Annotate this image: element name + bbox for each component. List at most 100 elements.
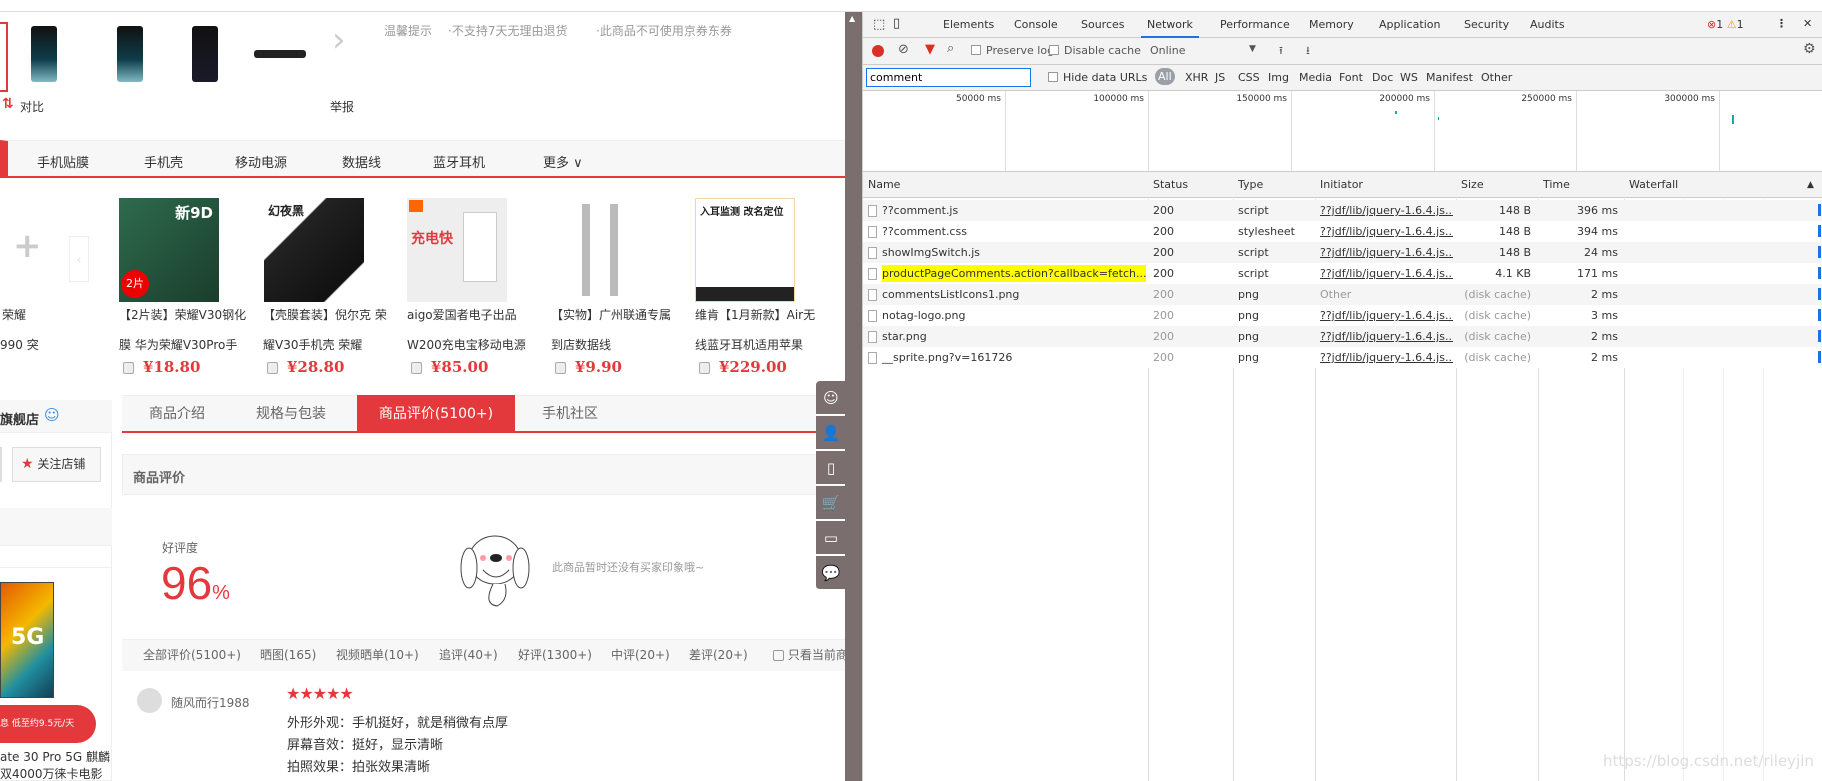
cell-initiator[interactable]: ??jdf/lib/jquery-1.6.4.js... <box>1320 347 1453 368</box>
type-filter-xhr[interactable]: XHR <box>1185 71 1208 84</box>
filter-icon[interactable]: ▼ <box>925 42 935 57</box>
side-product-title[interactable]: ate 30 Pro 5G 麒麟 <box>0 748 110 765</box>
compare-link[interactable]: 对比 <box>20 98 44 115</box>
record-icon[interactable] <box>872 45 884 57</box>
rec-checkbox[interactable] <box>411 362 422 374</box>
chat-smile-icon[interactable]: ☺ <box>44 406 60 424</box>
page-scrollbar[interactable]: ▲ <box>845 12 862 781</box>
side-product-image[interactable]: 5G <box>0 582 54 698</box>
cell-initiator[interactable]: ??jdf/lib/jquery-1.6.4.js... <box>1320 200 1453 221</box>
device-toolbar-icon[interactable]: ▯ <box>893 16 900 31</box>
cell-initiator[interactable]: ??jdf/lib/jquery-1.6.4.js... <box>1320 242 1453 263</box>
devtools-tab-sources[interactable]: Sources <box>1081 12 1125 38</box>
devtools-tab-audits[interactable]: Audits <box>1530 12 1565 38</box>
filter-photos[interactable]: 晒图(165) <box>260 646 316 663</box>
thumbnail-1[interactable] <box>31 26 57 82</box>
type-filter-doc[interactable]: Doc <box>1372 71 1393 84</box>
throttling-select[interactable]: Online <box>1150 44 1185 57</box>
rec-title[interactable]: 【壳膜套装】倪尔克 荣耀V30手机壳 荣耀V30Pro <box>263 300 391 360</box>
devtools-tab-application[interactable]: Application <box>1379 12 1440 38</box>
col-waterfall[interactable]: Waterfall <box>1629 172 1678 198</box>
thumbnail-4[interactable] <box>254 50 306 58</box>
request-name[interactable]: notag-logo.png <box>882 309 965 322</box>
request-row[interactable]: productPageComments.action?callback=fetc… <box>863 263 1822 284</box>
request-row[interactable]: star.png 200 png ??jdf/lib/jquery-1.6.4.js.… <box>863 326 1822 347</box>
category-item[interactable]: 数据线 <box>342 152 381 171</box>
rec-checkbox[interactable] <box>555 362 566 374</box>
filter-negative[interactable]: 差评(20+) <box>689 646 748 663</box>
scroll-up-icon[interactable]: ▲ <box>849 14 855 23</box>
plus-icon[interactable]: + <box>13 226 42 266</box>
close-icon[interactable]: ✕ <box>1803 17 1812 30</box>
col-name[interactable]: Name <box>868 172 900 198</box>
side-mobile-icon[interactable]: ▯ <box>816 451 845 485</box>
inspect-element-icon[interactable]: ⬚ <box>873 17 885 32</box>
thumbnail-next-arrow-icon[interactable]: › <box>332 20 346 60</box>
disable-cache-label[interactable]: Disable cache <box>1064 44 1141 57</box>
clear-icon[interactable]: ⊘ <box>898 42 909 57</box>
type-filter-media[interactable]: Media <box>1299 71 1332 84</box>
devtools-tab-network[interactable]: Network <box>1141 12 1199 38</box>
category-more[interactable]: 更多 ∨ <box>543 152 583 171</box>
cell-initiator[interactable]: ??jdf/lib/jquery-1.6.4.js... <box>1320 305 1453 326</box>
category-item[interactable]: 手机壳 <box>144 152 183 171</box>
side-product-title[interactable]: 双4000万徕卡电影 <box>0 765 103 781</box>
carousel-prev-icon[interactable]: ‹ <box>69 236 89 282</box>
col-type[interactable]: Type <box>1238 172 1263 198</box>
rec-image[interactable]: 充电快 <box>407 198 507 302</box>
request-row[interactable]: ??comment.css 200 stylesheet ??jdf/lib/jque… <box>863 221 1822 242</box>
import-har-icon[interactable]: ⭱ <box>1279 42 1283 61</box>
col-time[interactable]: Time <box>1543 172 1570 198</box>
request-name[interactable]: showImgSwitch.js <box>882 246 980 259</box>
category-item[interactable]: 手机贴膜 <box>37 152 89 171</box>
sort-ascending-icon[interactable]: ▲ <box>1807 172 1814 198</box>
cell-initiator[interactable]: ??jdf/lib/jquery-1.6.4.js... <box>1320 326 1453 347</box>
follow-shop-button[interactable]: ★ 关注店铺 <box>12 447 101 482</box>
devtools-tab-security[interactable]: Security <box>1464 12 1509 38</box>
rec-image[interactable] <box>552 198 652 302</box>
rec-title[interactable]: 维肯【1月新款】Air无线蓝牙耳机适用苹果 <box>695 300 823 360</box>
request-row[interactable]: ??comment.js 200 script ??jdf/lib/jquery-1.… <box>863 200 1822 221</box>
tab-product-intro[interactable]: 商品介绍 <box>122 395 232 433</box>
rec-checkbox[interactable] <box>123 362 134 374</box>
rec-title[interactable]: 【2片装】荣耀V30钢化膜 华为荣耀V30Pro手机 <box>119 300 247 360</box>
request-name[interactable]: commentsListIcons1.png <box>882 288 1019 301</box>
side-user-icon[interactable]: 👤 <box>816 416 845 450</box>
more-menu-icon[interactable]: ⋮ <box>1776 17 1787 30</box>
thumbnail-3[interactable] <box>192 26 218 82</box>
side-cart-icon[interactable]: 🛒 <box>816 486 845 520</box>
col-initiator[interactable]: Initiator <box>1320 172 1363 198</box>
rec-image[interactable]: 幻夜黑 <box>264 198 364 302</box>
preserve-log-label[interactable]: Preserve log <box>986 44 1054 57</box>
side-feedback-icon[interactable]: 💬 <box>816 556 845 590</box>
error-count[interactable]: ⊗1 ⚠1 <box>1707 18 1744 31</box>
type-filter-js[interactable]: JS <box>1215 71 1225 84</box>
filter-neutral[interactable]: 中评(20+) <box>611 646 670 663</box>
rec-title[interactable]: aigo爱国者电子出品W200充电宝移动电源便 <box>407 300 535 360</box>
rec-image[interactable]: 新9D 2片 <box>119 198 219 302</box>
filter-current-only[interactable]: 只看当前商 <box>773 646 845 663</box>
filter-input[interactable] <box>866 68 1031 87</box>
hide-data-urls-checkbox[interactable] <box>1048 72 1058 82</box>
tab-community[interactable]: 手机社区 <box>520 395 620 433</box>
request-row[interactable]: commentsListIcons1.png 200 png Other (disk c… <box>863 284 1822 305</box>
type-filter-other[interactable]: Other <box>1481 71 1512 84</box>
request-name[interactable]: ??comment.js <box>882 204 958 217</box>
category-item[interactable]: 移动电源 <box>235 152 287 171</box>
type-filter-font[interactable]: Font <box>1339 71 1363 84</box>
type-filter-ws[interactable]: WS <box>1400 71 1418 84</box>
devtools-tab-console[interactable]: Console <box>1014 12 1058 38</box>
filter-followup[interactable]: 追评(40+) <box>439 646 498 663</box>
type-filter-img[interactable]: Img <box>1268 71 1289 84</box>
shop-button-left[interactable] <box>0 447 2 482</box>
side-coupon-icon[interactable]: ▭ <box>816 521 845 555</box>
disable-cache-checkbox[interactable] <box>1049 45 1059 55</box>
request-row[interactable]: __sprite.png?v=161726 200 png ??jdf/lib/jqu… <box>863 347 1822 368</box>
checkbox[interactable] <box>773 650 784 661</box>
settings-gear-icon[interactable]: ⚙ <box>1803 41 1816 57</box>
thumbnail-2[interactable] <box>117 26 143 82</box>
request-name[interactable]: star.png <box>882 330 927 343</box>
request-name[interactable]: productPageComments.action?callback=fetc… <box>882 265 1146 282</box>
category-item[interactable]: 蓝牙耳机 <box>433 152 485 171</box>
type-filter-css[interactable]: CSS <box>1238 71 1260 84</box>
